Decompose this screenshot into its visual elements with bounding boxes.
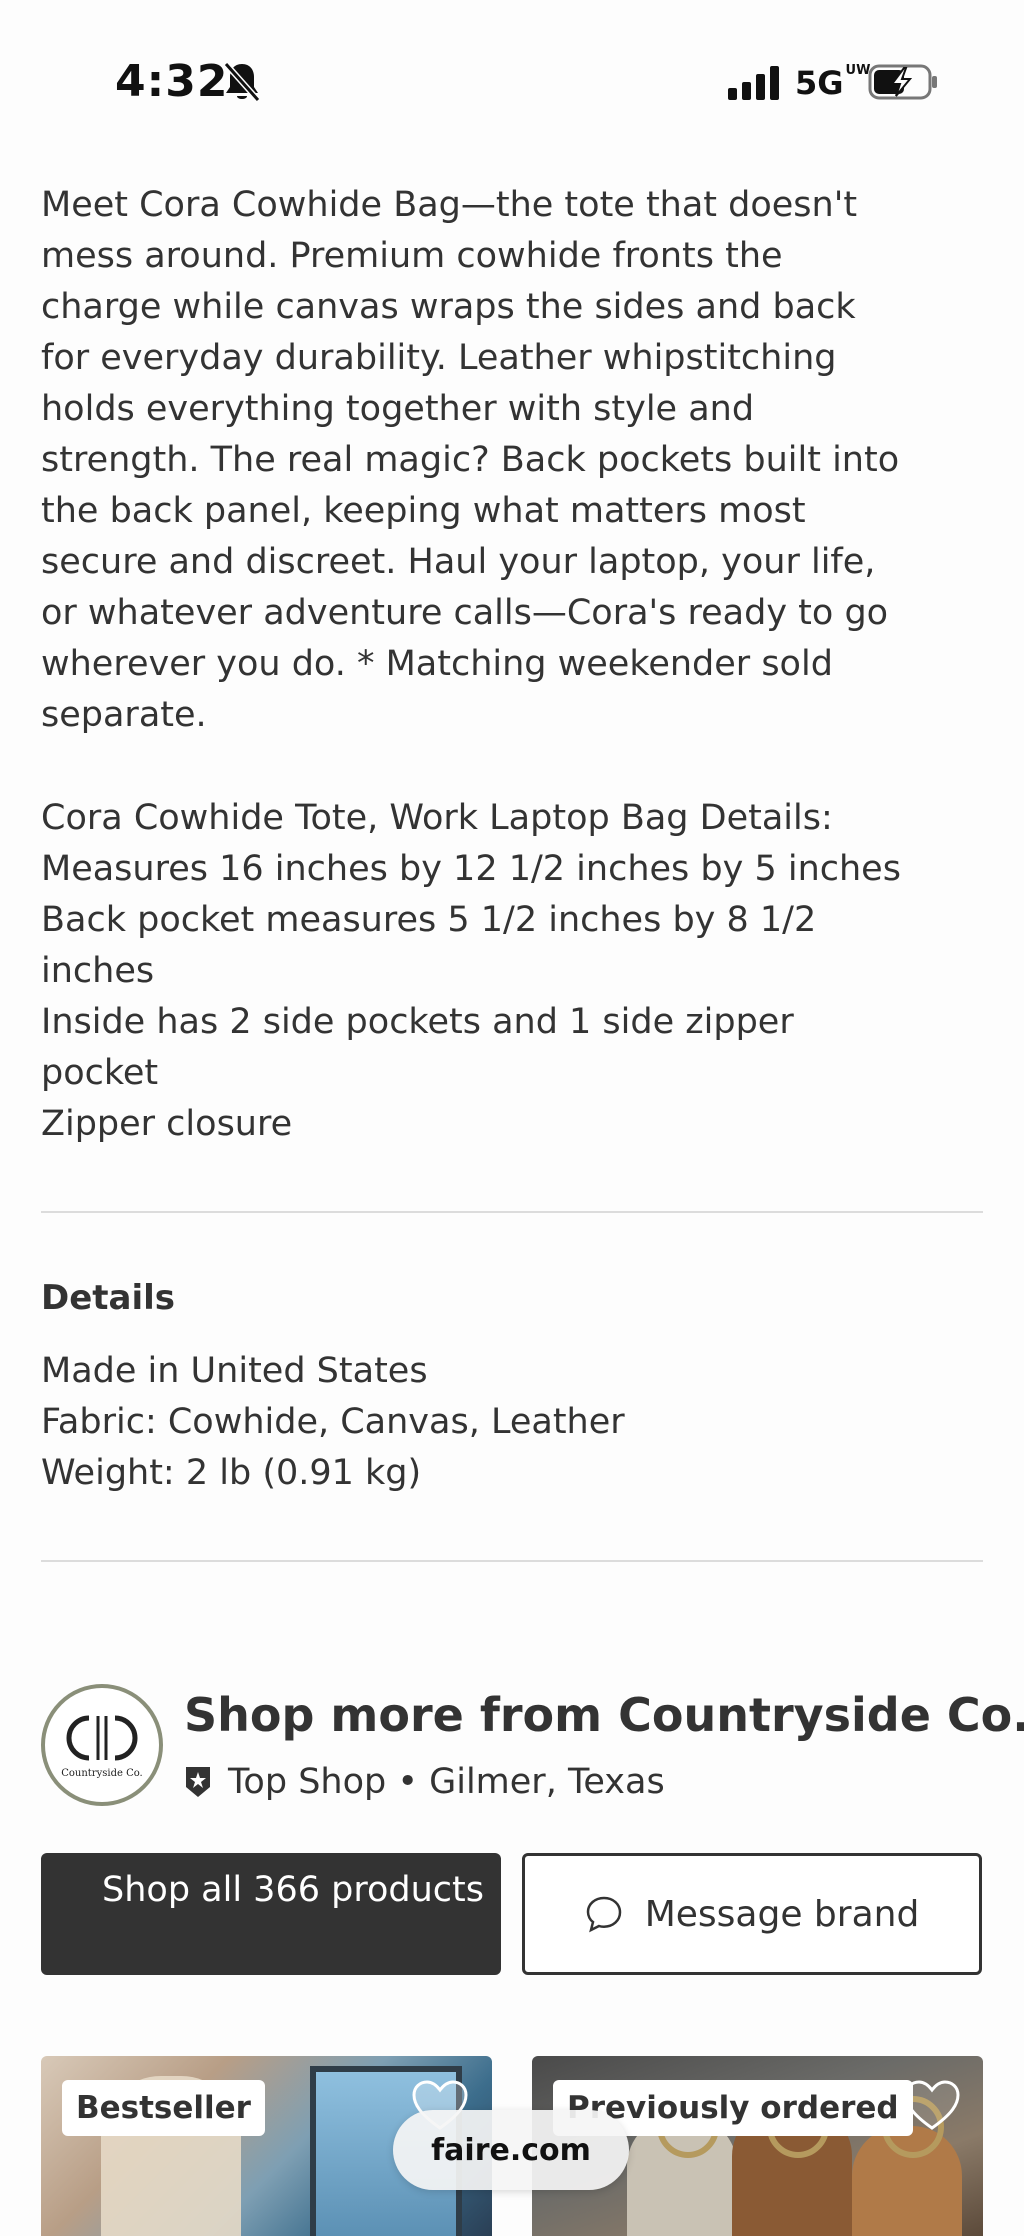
- shop-all-label: Shop all 366 products: [102, 1870, 484, 1910]
- status-time: 4:32: [115, 56, 229, 107]
- details-list: Made in United States Fabric: Cowhide, C…: [41, 1346, 901, 1499]
- shop-subtitle: Top Shop • Gilmer, Texas: [184, 1762, 665, 1802]
- shop-logo[interactable]: Countryside Co.: [41, 1684, 163, 1806]
- browser-domain-pill[interactable]: faire.com: [393, 2110, 629, 2190]
- message-brand-button[interactable]: Message brand: [522, 1853, 982, 1975]
- chat-bubble-icon: [586, 1896, 621, 1933]
- spec-line: Zipper closure: [41, 1104, 293, 1144]
- signal-icon: [728, 66, 779, 100]
- shop-title[interactable]: Shop more from Countryside Co.: [184, 1688, 1024, 1742]
- spec-line: Inside has 2 side pockets and 1 side zip…: [41, 1002, 794, 1093]
- browser-domain: faire.com: [431, 2132, 591, 2168]
- details-heading: Details: [41, 1278, 176, 1318]
- detail-line: Weight: 2 lb (0.91 kg): [41, 1453, 422, 1493]
- network-type: 5G UW: [795, 63, 871, 102]
- spec-line: Back pocket measures 5 1/2 inches by 8 1…: [41, 900, 817, 991]
- spec-line: Cora Cowhide Tote, Work Laptop Bag Detai…: [41, 798, 833, 838]
- detail-line: Fabric: Cowhide, Canvas, Leather: [41, 1402, 625, 1442]
- message-brand-label: Message brand: [644, 1893, 920, 1935]
- spec-line: Measures 16 inches by 12 1/2 inches by 5…: [41, 849, 901, 889]
- divider: [41, 1211, 983, 1213]
- status-bar: 4:32 5G UW: [0, 0, 1024, 150]
- description-paragraph: Meet Cora Cowhide Bag—the tote that does…: [41, 185, 900, 735]
- shop-all-button[interactable]: Shop all 366 products: [41, 1853, 501, 1975]
- product-description: Meet Cora Cowhide Bag—the tote that does…: [41, 180, 901, 741]
- product-specs: Cora Cowhide Tote, Work Laptop Bag Detai…: [41, 793, 901, 1150]
- divider: [41, 1560, 983, 1562]
- bestseller-badge: Bestseller: [62, 2080, 265, 2136]
- heart-icon[interactable]: [902, 2078, 962, 2134]
- top-shop-badge-icon: [186, 1767, 210, 1797]
- shop-subtitle-text: Top Shop • Gilmer, Texas: [228, 1762, 665, 1802]
- detail-line: Made in United States: [41, 1351, 428, 1391]
- battery-charging-icon: [868, 64, 937, 100]
- bell-slash-icon: [223, 62, 261, 102]
- shop-logo-mark: [66, 1715, 138, 1761]
- shop-logo-text: Countryside Co.: [61, 1768, 143, 1779]
